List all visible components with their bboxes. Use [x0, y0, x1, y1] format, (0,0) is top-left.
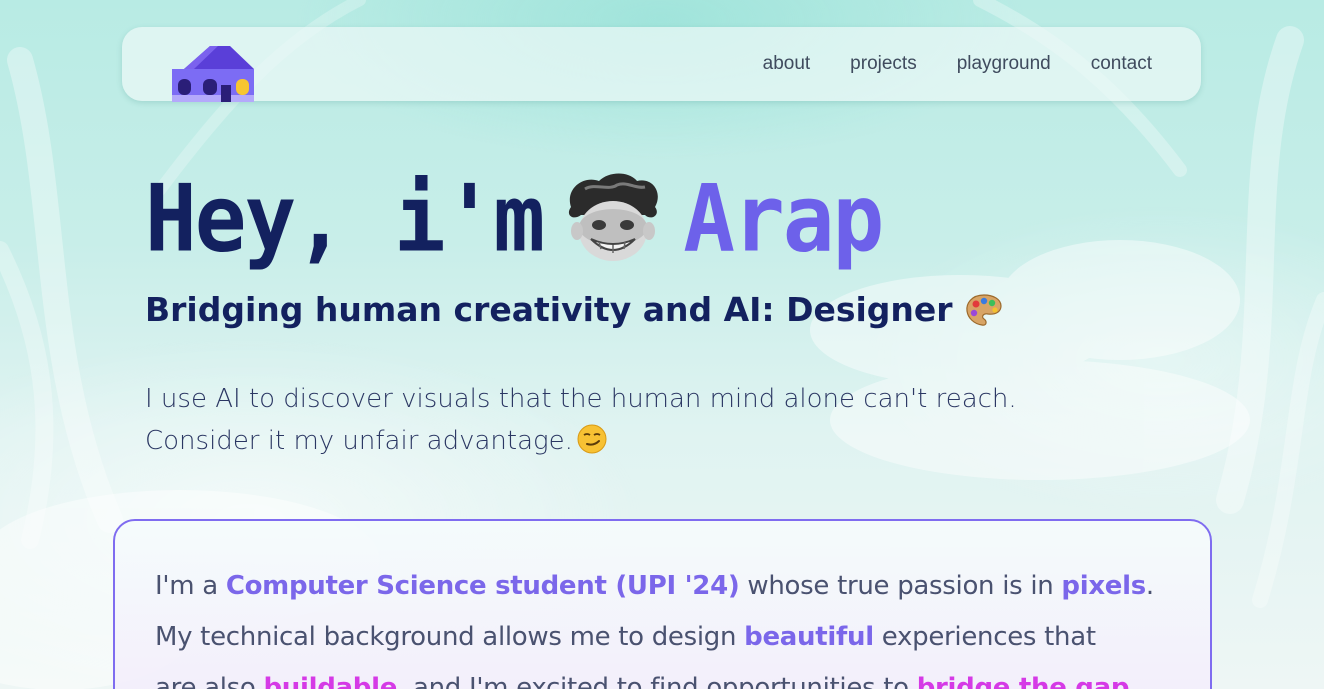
house-logo-icon[interactable]: [172, 45, 256, 102]
bio-line-3: are also buildable, and I'm excited to f…: [155, 663, 1195, 689]
bio-highlight-beautiful: beautiful: [744, 622, 874, 652]
hero-subtitle-text: Bridging human creativity and AI: Design…: [145, 290, 953, 329]
navbar: about projects playground contact: [122, 27, 1201, 102]
nav-link-projects[interactable]: projects: [850, 51, 917, 77]
bio-highlight-degree: Computer Science student (UPI '24): [225, 571, 740, 601]
intro-line-2: Consider it my unfair advantage.: [145, 420, 1105, 462]
bio-text-segment: are also: [155, 673, 264, 689]
hero-title: Hey, i'm Arap: [145, 164, 884, 274]
bio-highlight-pixels: pixels: [1061, 571, 1146, 601]
nav-link-playground[interactable]: playground: [957, 51, 1051, 77]
smirking-face-icon: [577, 424, 607, 454]
bio-line-2: My technical background allows me to des…: [155, 612, 1195, 663]
bio-highlight-buildable: buildable: [263, 673, 398, 689]
nav-link-about[interactable]: about: [763, 51, 811, 77]
bio-text-segment: experiences that: [873, 622, 1096, 652]
intro-line-2-text: Consider it my unfair advantage.: [145, 426, 573, 456]
bio-text-segment: I'm a: [155, 571, 226, 601]
bio-text-segment: .: [1145, 571, 1154, 601]
bio-text: I'm a Computer Science student (UPI '24)…: [155, 561, 1195, 689]
artist-palette-icon: [965, 293, 1002, 326]
intro-line-1: I use AI to discover visuals that the hu…: [145, 384, 1017, 414]
bio-line-1: I'm a Computer Science student (UPI '24)…: [155, 561, 1195, 612]
avatar-face-icon: [569, 173, 659, 261]
bio-card: I'm a Computer Science student (UPI '24)…: [113, 519, 1212, 689]
bio-highlight-bridge: bridge the gap: [916, 673, 1130, 689]
hero-intro: I use AI to discover visuals that the hu…: [145, 378, 1105, 462]
bio-text-segment: whose true passion is in: [739, 571, 1062, 601]
nav-link-contact[interactable]: contact: [1091, 51, 1152, 77]
nav-links: about projects playground contact: [763, 51, 1152, 77]
hero-greeting: Hey, i'm: [145, 165, 545, 273]
hero-name: Arap: [683, 165, 884, 273]
bio-text-segment: My technical background allows me to des…: [155, 622, 745, 652]
bio-text-segment: , and I'm excited to find opportunities …: [397, 673, 917, 689]
hero-subtitle: Bridging human creativity and AI: Design…: [145, 290, 1003, 329]
